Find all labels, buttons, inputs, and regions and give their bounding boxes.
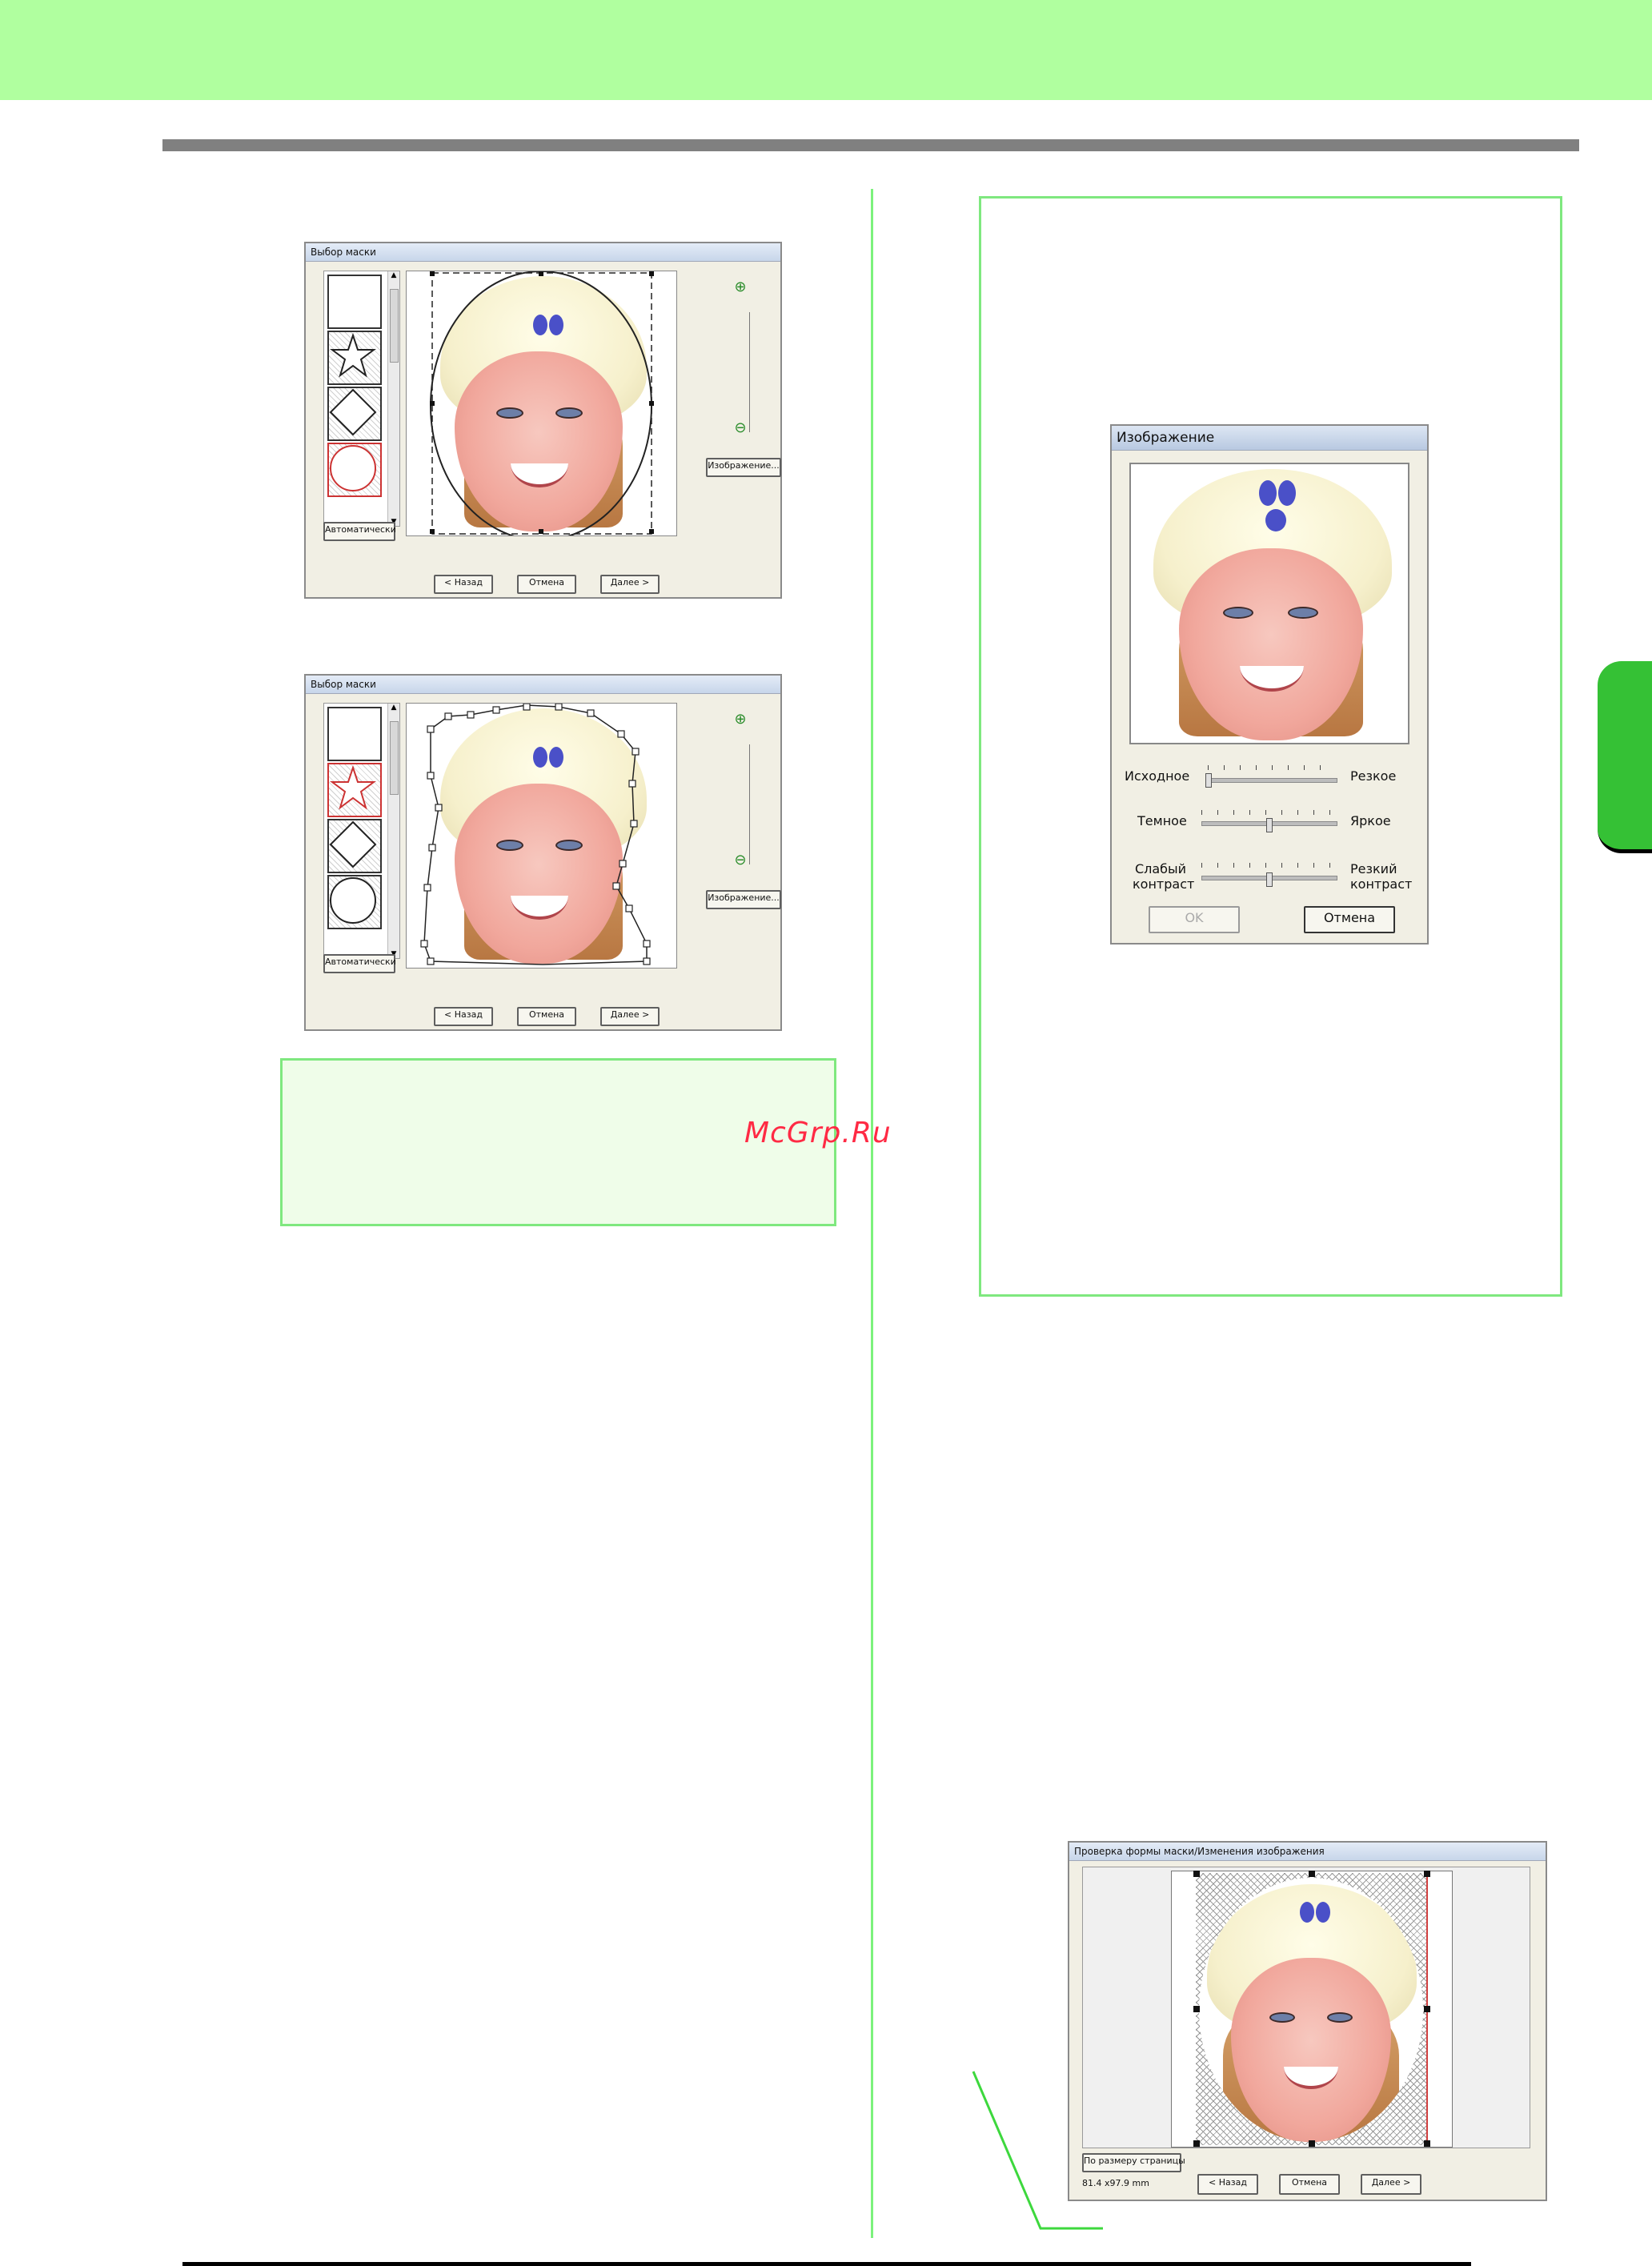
slider-bright-label: Яркое (1350, 813, 1391, 828)
chapter-tab (1598, 661, 1652, 853)
sharpness-slider[interactable] (1208, 778, 1337, 783)
resize-handle[interactable] (1193, 1871, 1200, 1877)
cancel-button[interactable]: Отмена (517, 575, 576, 594)
cancel-button[interactable]: Отмена (1279, 2174, 1340, 2195)
mask-preview-area[interactable] (1082, 1867, 1530, 2148)
mask-shape-circle[interactable] (327, 875, 382, 929)
watermark: McGrp.Ru (744, 1117, 892, 1149)
mask-shape-rectangle[interactable] (327, 707, 382, 761)
circle-shape-icon (330, 877, 376, 924)
ok-button[interactable]: OK (1149, 906, 1240, 933)
shape-list-scrollbar[interactable]: ▲ ▼ (387, 271, 399, 526)
next-button[interactable]: Далее > (1361, 2174, 1421, 2195)
resize-handle[interactable] (1193, 2140, 1200, 2147)
scroll-up-icon[interactable]: ▲ (388, 704, 399, 712)
diamond-shape-icon (329, 388, 377, 436)
dialog-title: Проверка формы маски/Изменения изображен… (1069, 1843, 1546, 1861)
cancel-button[interactable]: Отмена (1304, 906, 1395, 933)
oval-mask-outline (430, 271, 654, 535)
mask-shape-rectangle[interactable] (327, 275, 382, 329)
slider-ticks (1208, 765, 1336, 770)
mask-shape-circle-selected[interactable] (327, 443, 382, 497)
auto-button[interactable]: Автоматически (323, 954, 396, 973)
callout-line (972, 2071, 1103, 2230)
mask-preview[interactable] (406, 271, 677, 536)
mask-shape-star[interactable] (327, 331, 382, 385)
shape-list-scrollbar[interactable]: ▲ ▼ (387, 704, 399, 958)
contrast-slider-thumb[interactable] (1266, 872, 1273, 887)
back-button[interactable]: < Назад (1197, 2174, 1258, 2195)
slider-dark-label: Темное (1137, 813, 1187, 828)
header-rule (162, 139, 1579, 151)
scrollbar-thumb[interactable] (390, 721, 399, 795)
image-adjust-dialog: Изображение Исходное Резкое Темное Яркое… (1110, 424, 1429, 945)
star-shape-icon (330, 764, 376, 810)
diamond-shape-icon (329, 820, 377, 868)
zoom-slider[interactable] (741, 744, 750, 864)
slider-sharp-label: Резкое (1350, 768, 1397, 784)
resize-handle[interactable] (1424, 2006, 1430, 2012)
circle-shape-icon (330, 445, 376, 491)
scroll-up-icon[interactable]: ▲ (388, 271, 399, 279)
mask-page (1171, 1871, 1453, 2148)
mask-preview[interactable] (406, 703, 677, 969)
resize-handle[interactable] (1193, 2006, 1200, 2012)
mask-select-dialog-oval: Выбор маски ▲ ▼ Автоматически (304, 242, 782, 599)
resize-handle[interactable] (1424, 2140, 1430, 2147)
footer-rule (182, 2262, 1471, 2266)
mask-shape-star-selected[interactable] (327, 763, 382, 817)
slider-ticks (1201, 810, 1336, 815)
slider-original-label: Исходное (1125, 768, 1190, 784)
image-preview (1129, 463, 1409, 744)
check-mask-dialog: Проверка формы маски/Изменения изображен… (1068, 1841, 1547, 2201)
dialog-title: Изображение (1112, 426, 1427, 451)
masked-photo (1199, 1878, 1423, 2142)
resize-handle[interactable] (1309, 2140, 1315, 2147)
slider-low-contrast-label: Слабый контраст (1133, 861, 1195, 892)
brightness-slider-thumb[interactable] (1266, 818, 1273, 832)
resize-handle[interactable] (1309, 1871, 1315, 1877)
mask-shape-diamond[interactable] (327, 387, 382, 441)
sharpness-slider-thumb[interactable] (1205, 773, 1212, 788)
next-button[interactable]: Далее > (600, 1007, 660, 1026)
mask-shape-list[interactable]: ▲ ▼ (323, 703, 400, 959)
zoom-slider[interactable] (741, 312, 750, 432)
star-shape-icon (330, 332, 376, 378)
image-settings-button[interactable]: Изображение... (706, 458, 781, 477)
auto-button[interactable]: Автоматически (323, 522, 396, 541)
mask-select-dialog-auto: Выбор маски ▲ ▼ Автоматически (304, 674, 782, 1031)
mask-shape-diamond[interactable] (327, 819, 382, 873)
mask-shape-list[interactable]: ▲ ▼ (323, 271, 400, 527)
zoom-out-icon[interactable]: ⊖ (730, 418, 751, 439)
zoom-out-icon[interactable]: ⊖ (730, 850, 751, 871)
zoom-in-icon[interactable]: ⊕ (730, 277, 751, 298)
slider-high-contrast-label: Резкий контраст (1350, 861, 1413, 892)
slider-ticks (1201, 863, 1336, 868)
back-button[interactable]: < Назад (434, 575, 493, 594)
polygon-mask-outline (420, 704, 651, 965)
dialog-title: Выбор маски (306, 676, 780, 694)
resize-handle[interactable] (1424, 1871, 1430, 1877)
cancel-button[interactable]: Отмена (517, 1007, 576, 1026)
column-divider (871, 189, 873, 2238)
dialog-title: Выбор маски (306, 243, 780, 262)
zoom-in-icon[interactable]: ⊕ (730, 709, 751, 730)
header-band (0, 0, 1652, 100)
next-button[interactable]: Далее > (600, 575, 660, 594)
image-settings-button[interactable]: Изображение... (706, 890, 781, 909)
scrollbar-thumb[interactable] (390, 289, 399, 363)
back-button[interactable]: < Назад (434, 1007, 493, 1026)
